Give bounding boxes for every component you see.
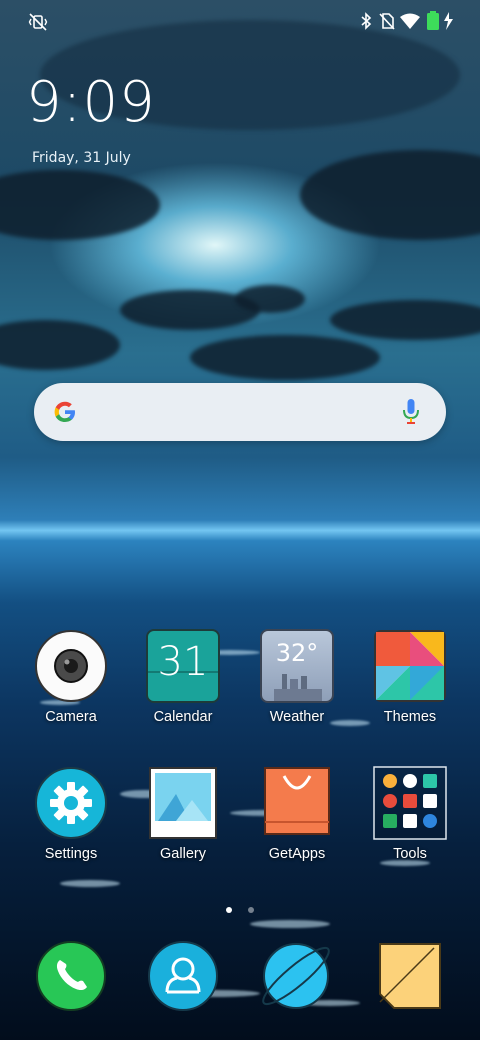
page-dot-active <box>226 907 233 913</box>
google-search-bar[interactable] <box>34 383 446 441</box>
app-label: Gallery <box>160 846 206 862</box>
app-label: Camera <box>45 709 97 725</box>
no-sim-icon <box>379 12 395 34</box>
app-label: Settings <box>44 846 98 862</box>
app-label: Weather <box>269 709 325 725</box>
calendar-icon: 31 <box>146 629 220 703</box>
browser-icon[interactable] <box>260 940 332 1012</box>
phone-icon[interactable] <box>35 940 107 1012</box>
app-label: GetApps <box>268 846 326 862</box>
google-g-icon <box>52 399 78 429</box>
app-label: Tools <box>393 846 427 862</box>
contacts-icon[interactable] <box>147 940 219 1012</box>
notes-icon[interactable] <box>374 940 446 1012</box>
calendar-day: 31 <box>157 639 209 685</box>
app-label: Calendar <box>153 709 213 725</box>
bluetooth-icon <box>360 12 372 34</box>
gear-icon <box>34 766 108 840</box>
app-tools-folder[interactable]: Tools <box>355 766 465 862</box>
weather-icon: 32° <box>260 629 334 703</box>
page-indicator <box>0 898 480 917</box>
folder-icon <box>373 766 447 840</box>
app-themes[interactable]: Themes <box>355 629 465 725</box>
app-getapps[interactable]: GetApps <box>242 766 352 862</box>
app-camera[interactable]: Camera <box>16 629 126 725</box>
themes-icon <box>373 629 447 703</box>
vibrate-mute-icon <box>28 13 48 35</box>
page-dot <box>247 907 254 913</box>
date: Friday, 31 July <box>32 150 131 166</box>
status-bar <box>0 0 480 44</box>
wifi-icon <box>399 13 421 33</box>
app-label: Themes <box>383 709 437 725</box>
weather-temp: 32° <box>275 639 319 667</box>
gallery-icon <box>146 766 220 840</box>
app-calendar[interactable]: 31 Calendar <box>128 629 238 725</box>
clock: 9:09 <box>26 70 156 135</box>
battery-charging-icon <box>426 11 456 35</box>
app-weather[interactable]: 32° Weather <box>242 629 352 725</box>
mic-icon[interactable] <box>402 398 420 430</box>
camera-icon <box>34 629 108 703</box>
shopping-bag-icon <box>260 766 334 840</box>
app-settings[interactable]: Settings <box>16 766 126 862</box>
app-gallery[interactable]: Gallery <box>128 766 238 862</box>
